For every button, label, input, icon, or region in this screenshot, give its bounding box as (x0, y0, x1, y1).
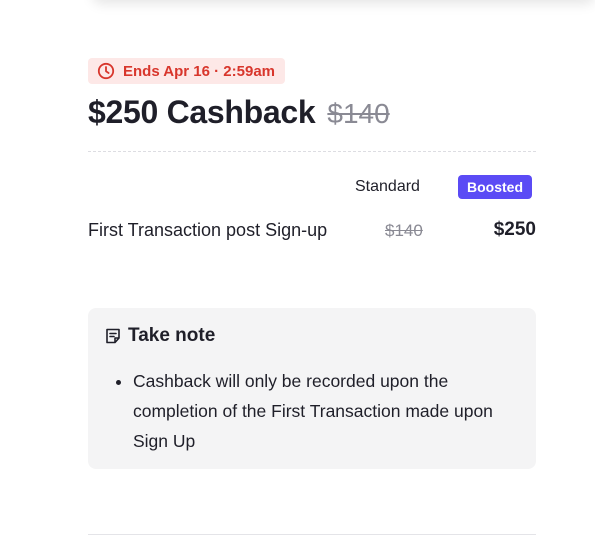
note-title-label: Take note (128, 325, 216, 346)
standard-column-header: Standard (355, 178, 420, 195)
dashed-divider (88, 151, 536, 152)
ends-label: Ends Apr 16 · 2:59am (123, 62, 275, 80)
note-item: Cashback will only be recorded upon the … (133, 366, 523, 456)
note-title: Take note (104, 325, 215, 347)
note-icon (106, 328, 120, 344)
take-note-box: Take note Cashback will only be recorded… (88, 308, 536, 469)
cashback-amount: $250 Cashback (88, 94, 316, 130)
boosted-badge: Boosted (458, 175, 532, 199)
clock-icon (97, 62, 115, 80)
bottom-divider (88, 534, 536, 535)
old-cashback-amount: $140 (327, 98, 390, 129)
ends-badge: Ends Apr 16 · 2:59am (88, 58, 285, 84)
row-label: First Transaction post Sign-up (88, 220, 328, 240)
row-standard-value: $140 (385, 221, 423, 240)
note-list: Cashback will only be recorded upon the … (116, 366, 523, 456)
offer-headline: $250 Cashback $140 (88, 94, 390, 131)
row-boosted-value: $250 (493, 219, 536, 240)
